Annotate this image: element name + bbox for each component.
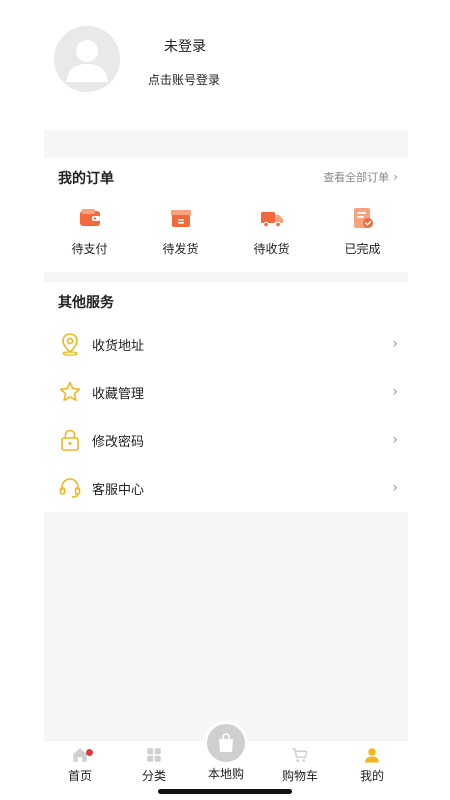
login-status[interactable]: 未登录	[164, 36, 206, 56]
service-label: 收货地址	[92, 338, 145, 354]
user-icon	[365, 748, 379, 763]
order-status-pending-payment[interactable]: 待支付	[44, 206, 135, 257]
location-pin-icon	[58, 332, 82, 356]
order-status-completed[interactable]: 已完成	[317, 206, 408, 257]
service-label: 客服中心	[92, 482, 145, 498]
order-status-to-receive[interactable]: 待收货	[226, 206, 317, 257]
tab-label: 我的	[359, 769, 384, 783]
grid-icon	[147, 748, 161, 762]
order-status-label: 已完成	[344, 242, 381, 256]
order-status-label: 待支付	[71, 242, 108, 256]
default-avatar-icon	[54, 26, 120, 92]
service-item-change-password[interactable]: 修改密码 ›	[44, 416, 408, 464]
service-label: 修改密码	[92, 434, 145, 450]
shopping-bag-icon	[219, 733, 233, 752]
notification-dot	[86, 749, 93, 756]
empty-content-area	[44, 512, 408, 740]
service-item-customer-service[interactable]: 客服中心 ›	[44, 464, 408, 512]
lock-icon	[58, 428, 82, 452]
services-title: 其他服务	[58, 295, 114, 311]
tab-label: 购物车	[281, 769, 318, 783]
chevron-right-icon: ›	[392, 432, 398, 448]
chevron-right-icon: ›	[392, 384, 398, 400]
headset-icon	[58, 476, 82, 500]
avatar[interactable]	[54, 26, 120, 92]
chevron-right-icon: ›	[393, 170, 398, 184]
order-status-label: 待发货	[162, 242, 199, 256]
orders-title: 我的订单	[58, 171, 114, 187]
tab-mine[interactable]: 我的	[342, 746, 402, 784]
tab-label: 分类	[141, 769, 166, 783]
tab-category[interactable]: 分类	[124, 746, 184, 784]
profile-header[interactable]: 未登录 点击账号登录	[0, 0, 450, 130]
tab-home[interactable]: 首页	[50, 746, 110, 784]
view-all-label: 查看全部订单	[323, 171, 390, 184]
local-shopping-button[interactable]	[204, 721, 248, 765]
chevron-right-icon: ›	[392, 336, 398, 352]
view-all-orders-link[interactable]: 查看全部订单 ›	[323, 169, 398, 185]
truck-icon	[260, 212, 283, 228]
section-divider	[44, 272, 408, 282]
service-item-favorites[interactable]: 收藏管理 ›	[44, 368, 408, 416]
box-icon	[170, 210, 191, 227]
services-section: 其他服务 收货地址 › 收藏管理 › 修改密码 › 客服中心 ›	[44, 282, 408, 512]
tab-label: 本地购	[207, 767, 244, 781]
chevron-right-icon: ›	[392, 480, 398, 496]
service-label: 收藏管理	[92, 386, 145, 402]
cart-icon	[292, 748, 308, 762]
orders-section: 我的订单 查看全部订单 › 待支付 待发货 待收货 已完成	[44, 158, 408, 272]
login-hint[interactable]: 点击账号登录	[148, 71, 220, 88]
section-divider	[44, 130, 408, 158]
star-icon	[58, 380, 82, 404]
wallet-icon	[79, 209, 100, 226]
tab-cart[interactable]: 购物车	[270, 746, 330, 784]
service-item-address[interactable]: 收货地址 ›	[44, 320, 408, 368]
completed-doc-icon	[353, 208, 373, 228]
order-status-to-ship[interactable]: 待发货	[135, 206, 226, 257]
home-indicator	[158, 789, 292, 794]
order-status-label: 待收货	[253, 242, 290, 256]
tab-label: 首页	[67, 769, 92, 783]
